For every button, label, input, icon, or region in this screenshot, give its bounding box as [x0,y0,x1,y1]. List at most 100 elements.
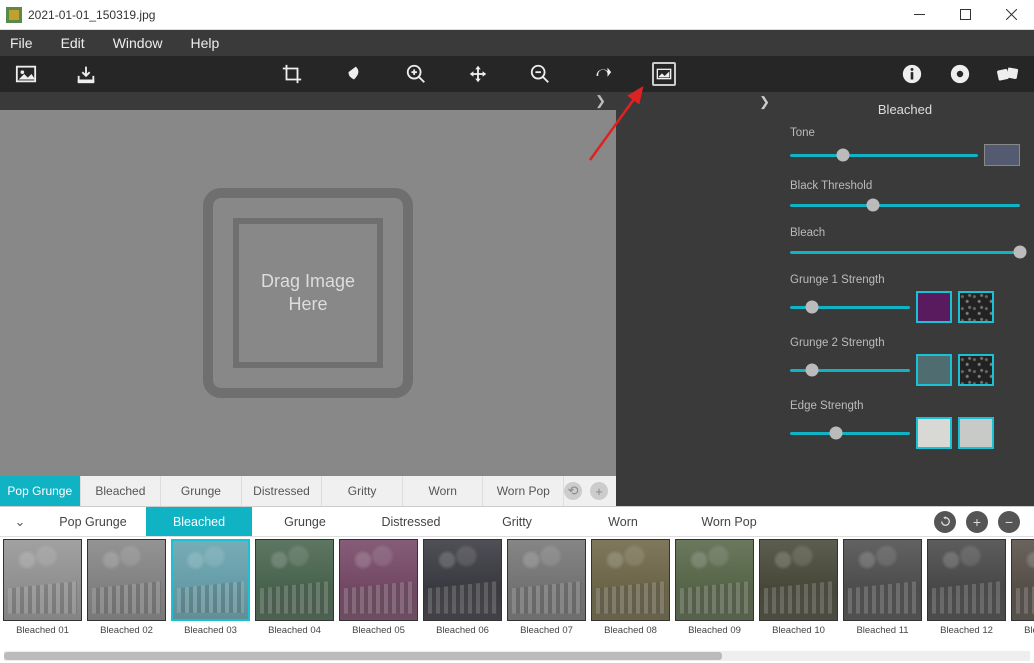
canvas-header: ❯ [0,92,616,110]
preset-thumbnail[interactable]: Bleached 07 [507,539,586,649]
category-tab[interactable]: Grunge [252,507,358,536]
menu-help[interactable]: Help [190,35,219,51]
preset-thumbnail[interactable]: Bleached 11 [843,539,922,649]
preset-thumbnail[interactable]: Bleached 04 [255,539,334,649]
add-icon[interactable]: + [590,482,608,500]
settings-icon[interactable] [948,62,972,86]
category-tab[interactable]: Worn Pop [676,507,782,536]
redo-icon[interactable] [590,62,614,86]
remove-icon[interactable]: − [998,511,1020,533]
edge-swatch[interactable] [916,417,952,449]
thumbnail-label: Bleached 03 [184,625,237,636]
tone-slider[interactable] [790,147,978,163]
minimize-button[interactable] [896,0,942,29]
tone-label: Tone [790,127,1020,139]
black-threshold-slider[interactable] [790,197,1020,213]
preset-thumbnail[interactable]: Bleached 10 [759,539,838,649]
category-tab[interactable]: Worn [403,476,484,506]
category-bar-bottom: ⌄ Pop GrungeBleachedGrungeDistressedGrit… [0,507,1034,537]
sidebar: Bleached Tone Black Threshold Bleach Gru… [778,92,1034,506]
titlebar: 2021-01-01_150319.jpg [0,0,1034,30]
menu-window[interactable]: Window [113,35,163,51]
chevron-right-icon[interactable]: ❯ [759,94,770,110]
bleach-label: Bleach [790,227,1020,239]
maximize-button[interactable] [942,0,988,29]
thumbnail-label: Bleached 01 [16,625,69,636]
category-tab[interactable]: Pop Grunge [40,507,146,536]
category-tab[interactable]: Distressed [242,476,323,506]
preset-thumbnail[interactable]: Bleached 06 [423,539,502,649]
preset-thumbnail[interactable]: Bleached 01 [3,539,82,649]
category-tab[interactable]: Pop Grunge [0,476,81,506]
brush-icon[interactable] [342,62,366,86]
grunge1-label: Grunge 1 Strength [790,274,1020,286]
category-tab[interactable]: Gritty [464,507,570,536]
thumbnail-label: Bleached 04 [268,625,321,636]
preset-thumbnail[interactable]: Bleached 02 [87,539,166,649]
filmstrip-section: ⌄ Pop GrungeBleachedGrungeDistressedGrit… [0,506,1034,663]
info-icon[interactable] [900,62,924,86]
dropzone-label: Drag Image Here [233,218,383,368]
compare-icon[interactable] [652,62,676,86]
strip-scrollbar[interactable] [4,651,1030,661]
thumbnail-label: Bleached 10 [772,625,825,636]
category-tab[interactable]: Gritty [322,476,403,506]
dropzone[interactable]: Drag Image Here [203,188,413,398]
preset-thumbnail[interactable]: Bleached 05 [339,539,418,649]
canvas-body[interactable]: Drag Image Here [0,110,616,476]
grunge2-slider[interactable] [790,362,910,378]
edge-label: Edge Strength [790,400,1020,412]
category-tab[interactable]: Distressed [358,507,464,536]
pan-icon[interactable] [466,62,490,86]
grunge2-texture[interactable] [958,354,994,386]
preview-panel: ❯ [616,92,778,506]
crop-icon[interactable] [280,62,304,86]
thumbnail-label: Bleached 08 [604,625,657,636]
grunge1-texture[interactable] [958,291,994,323]
menu-file[interactable]: File [10,35,33,51]
category-bar-top: Pop GrungeBleachedGrungeDistressedGritty… [0,476,616,506]
category-tab[interactable]: Grunge [161,476,242,506]
black-threshold-label: Black Threshold [790,180,1020,192]
zoom-out-icon[interactable] [528,62,552,86]
reset-icon[interactable] [934,511,956,533]
grunge2-swatch[interactable] [916,354,952,386]
thumbnail-label: Bleached 09 [688,625,741,636]
category-tab[interactable]: Bleached [81,476,162,506]
collapse-toggle[interactable]: ⌄ [0,514,40,530]
dice-icon[interactable] [996,62,1020,86]
thumbnail-strip: Bleached 01 Bleached 02 Bleached 03 Bleache… [0,537,1034,651]
add-icon[interactable]: + [966,511,988,533]
bleach-slider[interactable] [790,244,1020,260]
grunge1-slider[interactable] [790,299,910,315]
preset-thumbnail[interactable]: Bleached 08 [591,539,670,649]
thumbnail-label: Bleached 02 [100,625,153,636]
open-image-icon[interactable] [14,62,38,86]
edge-texture[interactable] [958,417,994,449]
menu-edit[interactable]: Edit [61,35,85,51]
preset-thumbnail[interactable]: Bleached 09 [675,539,754,649]
grunge1-swatch[interactable] [916,291,952,323]
thumbnail-label: Bleached 06 [436,625,489,636]
close-button[interactable] [988,0,1034,29]
thumbnail-label: Bleached 07 [520,625,573,636]
save-icon[interactable] [74,62,98,86]
refresh-icon[interactable]: ⟲ [564,482,582,500]
thumbnail-label: Bleached 13 [1024,625,1034,636]
preset-thumbnail[interactable]: Bleached 12 [927,539,1006,649]
category-tab[interactable]: Worn Pop [483,476,564,506]
menubar: File Edit Window Help [0,30,1034,56]
sidebar-title: Bleached [790,100,1020,127]
grunge2-label: Grunge 2 Strength [790,337,1020,349]
edge-slider[interactable] [790,425,910,441]
category-tab[interactable]: Bleached [146,507,252,536]
thumbnail-label: Bleached 05 [352,625,405,636]
app-icon [6,7,22,23]
chevron-right-icon[interactable]: ❯ [595,93,606,109]
tone-swatch[interactable] [984,144,1020,166]
zoom-in-icon[interactable] [404,62,428,86]
preset-thumbnail[interactable]: Bleached 13 [1011,539,1034,649]
thumbnail-label: Bleached 12 [940,625,993,636]
preset-thumbnail[interactable]: Bleached 03 [171,539,250,649]
category-tab[interactable]: Worn [570,507,676,536]
